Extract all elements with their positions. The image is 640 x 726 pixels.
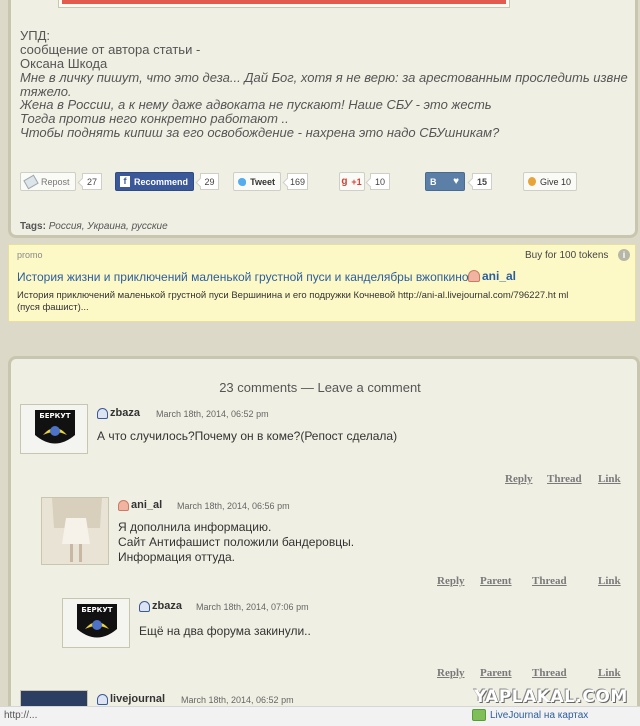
gplus-count: 10 (370, 173, 390, 190)
promo-description: История приключений маленькой грустной п… (17, 290, 569, 301)
thread-link[interactable]: Thread (532, 667, 567, 679)
tags-row: Tags: Россия, Украина, русские (20, 221, 168, 232)
watermark: YAPLAKAL.COM (474, 687, 628, 707)
promo-author-name: ani_al (482, 269, 517, 283)
user-female-icon (118, 499, 129, 511)
user-icon (97, 407, 108, 419)
vk-count: 15 (472, 173, 492, 190)
post-text-line: УПД: (20, 28, 51, 43)
comment-user[interactable]: zbaza (97, 407, 140, 419)
comment-username: zbaza (110, 407, 140, 419)
comment-username: zbaza (152, 600, 182, 612)
facebook-icon: f (120, 176, 130, 187)
tweet-count: 169 (287, 173, 308, 190)
avatar-badge-text: БЕРКУТ (81, 606, 112, 614)
comment-text: Сайт Антифашист положили бандеровцы. (118, 535, 355, 549)
link-link[interactable]: Link (598, 575, 621, 587)
recommend-button[interactable]: f Recommend (115, 172, 194, 191)
berkut-badge-icon: БЕРКУТ (63, 599, 129, 647)
map-pin-icon (472, 709, 486, 721)
comment-text: Ещё на два форума закинули.. (139, 624, 311, 638)
comment-text: Информация оттуда. (118, 550, 235, 564)
comment-text: Я дополнила информацию. (118, 520, 272, 534)
avatar[interactable] (41, 497, 109, 565)
post-text-line: Оксана Шкода (20, 56, 108, 71)
token-icon (528, 177, 536, 186)
reply-link[interactable]: Reply (505, 473, 533, 485)
avatar[interactable]: БЕРКУТ (20, 404, 88, 454)
post-text-line: Чтобы поднять кипиш за его освобождение … (20, 125, 500, 140)
link-link[interactable]: Link (598, 473, 621, 485)
tweet-label: Tweet (250, 176, 275, 187)
post-image-strip (62, 0, 506, 4)
info-icon[interactable]: i (618, 249, 630, 261)
vk-label: В (430, 176, 437, 187)
comment-date: March 18th, 2014, 06:52 pm (181, 695, 294, 705)
comment-username: ani_al (131, 499, 163, 511)
post-text-line: Мне в личку пишут, что это деза... Дай Б… (20, 70, 628, 85)
parent-link[interactable]: Parent (480, 575, 512, 587)
comment-date: March 18th, 2014, 07:06 pm (196, 602, 309, 612)
status-url: http://... (4, 710, 38, 721)
livejournal-map-label: LiveJournal на картах (490, 709, 589, 721)
tags-label: Tags: (20, 221, 46, 232)
comment-date: March 18th, 2014, 06:52 pm (156, 409, 269, 419)
comment-text: А что случилось?Почему он в коме?(Репост… (97, 429, 398, 443)
tweet-button[interactable]: Tweet (233, 172, 281, 191)
pencil-icon (23, 174, 39, 189)
give-tokens-button[interactable]: Give 10 (523, 172, 577, 191)
google-plus-icon: g (341, 176, 348, 187)
avatar-badge-text: БЕРКУТ (39, 412, 70, 420)
user-icon (97, 693, 108, 705)
gplus-label: +1 (351, 176, 362, 187)
comment-username: livejournal (110, 693, 166, 705)
user-icon (139, 600, 150, 612)
livejournal-map-link[interactable]: LiveJournal на картах (472, 709, 588, 721)
recommend-label: Recommend (133, 176, 188, 187)
google-plus-button[interactable]: g +1 (339, 172, 365, 191)
comment-date: March 18th, 2014, 06:56 pm (177, 501, 290, 511)
link-link[interactable]: Link (598, 667, 621, 679)
parent-link[interactable]: Parent (480, 667, 512, 679)
post-text-line: Тогда против него конкретно работают .. (20, 111, 289, 126)
reply-link[interactable]: Reply (437, 667, 465, 679)
comment-user[interactable]: zbaza (139, 600, 182, 612)
girl-photo-icon (42, 498, 108, 564)
user-female-icon (468, 270, 480, 282)
reply-link[interactable]: Reply (437, 575, 465, 587)
comment-user[interactable]: livejournal (97, 693, 165, 705)
give-label: Give 10 (539, 176, 571, 187)
promo-description: (пуся фашист)... (17, 302, 89, 313)
vk-button[interactable]: В ♥ (425, 172, 465, 191)
promo-title-link[interactable]: История жизни и приключений маленькой гр… (17, 270, 475, 284)
promo-label: promo (17, 250, 43, 260)
thread-link[interactable]: Thread (532, 575, 567, 587)
comments-header[interactable]: 23 comments — Leave a comment (0, 380, 640, 395)
thread-link[interactable]: Thread (547, 473, 582, 485)
repost-label: Repost (41, 176, 70, 187)
comment-user[interactable]: ani_al (118, 499, 162, 511)
post-text-line: Жена в России, а к нему даже адвоката не… (20, 97, 492, 112)
tags-list[interactable]: Россия, Украина, русские (49, 221, 168, 232)
promo-author[interactable]: ani_al (468, 269, 516, 283)
repost-count: 27 (82, 173, 102, 190)
recommend-count: 29 (200, 173, 219, 190)
twitter-bird-icon (238, 177, 247, 186)
berkut-badge-icon: БЕРКУТ (21, 405, 87, 453)
avatar[interactable]: БЕРКУТ (62, 598, 130, 648)
repost-button[interactable]: Repost (20, 172, 76, 191)
post-text-line: сообщение от автора статьи - (20, 42, 201, 57)
heart-icon: ♥ (453, 176, 459, 187)
buy-tokens-link[interactable]: Buy for 100 tokens (525, 250, 608, 261)
